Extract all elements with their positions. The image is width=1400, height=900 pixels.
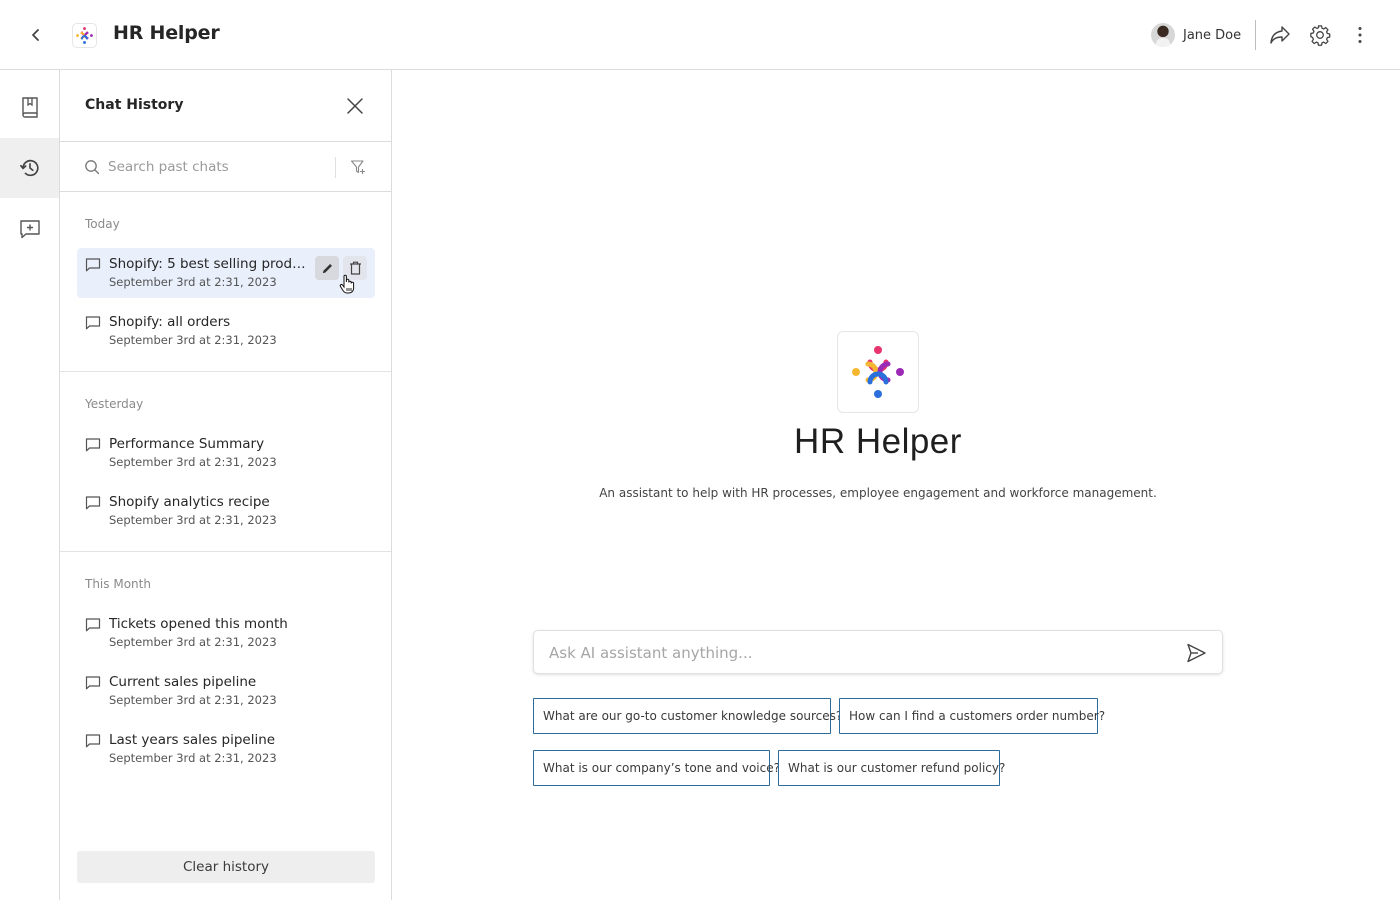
chat-bubble-icon — [85, 258, 101, 272]
history-icon — [19, 159, 39, 177]
search-past-chats-input[interactable] — [108, 155, 328, 179]
ask-box — [533, 630, 1223, 674]
group-label-yesterday: Yesterday — [85, 397, 144, 411]
suggestion-button[interactable]: What is our customer refund policy? — [778, 750, 1005, 786]
group-label-this-month: This Month — [85, 577, 151, 591]
group-divider — [60, 371, 391, 372]
chat-date: September 3rd at 2:31, 2023 — [109, 275, 277, 289]
app-logo — [72, 23, 97, 48]
send-button[interactable] — [1184, 641, 1208, 665]
suggestion-button[interactable]: What is our company’s tone and voice? — [533, 750, 780, 786]
filter-icon[interactable] — [350, 159, 366, 175]
chat-history-item[interactable]: Last years sales pipeline September 3rd … — [77, 724, 375, 774]
icon-rail — [0, 70, 60, 900]
chat-date: September 3rd at 2:31, 2023 — [109, 635, 277, 649]
chat-title: Shopify: all orders — [109, 314, 231, 330]
send-icon — [1187, 643, 1206, 663]
chat-history-item[interactable]: Current sales pipeline September 3rd at … — [77, 666, 375, 716]
chat-history-item[interactable]: Tickets opened this month September 3rd … — [77, 608, 375, 658]
chat-bubble-icon — [85, 676, 101, 690]
user-name: Jane Doe — [1183, 27, 1242, 43]
share-button[interactable] — [1268, 23, 1292, 47]
group-label-today: Today — [85, 217, 120, 231]
gear-icon — [1310, 25, 1331, 46]
rail-item-new-chat[interactable] — [0, 199, 59, 259]
chat-bubble-icon — [85, 734, 101, 748]
chat-history-item[interactable]: Performance Summary September 3rd at 2:3… — [77, 428, 375, 478]
chat-bubble-icon — [85, 618, 101, 632]
clear-history-button[interactable]: Clear history — [77, 851, 375, 883]
chat-date: September 3rd at 2:31, 2023 — [109, 333, 277, 347]
chat-bubble-icon — [85, 316, 101, 330]
close-history-button[interactable] — [343, 94, 367, 118]
chat-date: September 3rd at 2:31, 2023 — [109, 693, 277, 707]
ask-ai-input[interactable] — [549, 641, 1149, 665]
chat-date: September 3rd at 2:31, 2023 — [109, 455, 277, 469]
chat-date: September 3rd at 2:31, 2023 — [109, 751, 277, 765]
chat-title: Performance Summary — [109, 436, 265, 452]
user-menu[interactable]: Jane Doe — [1151, 23, 1241, 47]
chat-history-panel: Chat History Today Shopify: 5 best selli… — [60, 70, 392, 900]
more-options-button[interactable] — [1348, 23, 1372, 47]
delete-chat-button[interactable] — [343, 256, 367, 280]
pencil-icon — [322, 263, 332, 273]
hr-helper-logo-icon — [76, 27, 93, 44]
chat-bubble-icon — [85, 496, 101, 510]
chat-history-item[interactable]: Shopify: all orders September 3rd at 2:3… — [77, 306, 375, 356]
group-divider — [60, 551, 391, 552]
back-button[interactable] — [24, 23, 48, 47]
new-chat-icon — [19, 220, 40, 239]
avatar — [1151, 23, 1175, 47]
chat-title: Shopify analytics recipe — [109, 494, 270, 510]
chat-title: Last years sales pipeline — [109, 732, 276, 748]
rail-item-history[interactable] — [0, 138, 59, 198]
edit-chat-button[interactable] — [315, 256, 339, 280]
search-row — [60, 142, 391, 192]
header-divider — [1255, 20, 1256, 50]
search-icon — [85, 160, 100, 175]
chat-title: Shopify: 5 best selling products — [109, 256, 307, 272]
chat-history-item[interactable]: Shopify: 5 best selling products Septemb… — [77, 248, 375, 298]
close-icon — [347, 98, 363, 114]
chat-history-header: Chat History — [60, 70, 391, 142]
chat-history-title: Chat History — [85, 97, 184, 113]
chat-date: September 3rd at 2:31, 2023 — [109, 513, 277, 527]
chevron-left-icon — [32, 29, 39, 41]
assistant-description: An assistant to help with HR processes, … — [599, 486, 1157, 500]
app-title: HR Helper — [113, 22, 220, 44]
settings-button[interactable] — [1308, 23, 1332, 47]
top-bar: HR Helper Jane Doe — [0, 0, 1400, 70]
assistant-logo — [837, 331, 919, 413]
suggestion-button[interactable]: How can I find a customers order number? — [839, 698, 1105, 734]
more-vertical-icon — [1358, 27, 1362, 43]
trash-icon — [349, 261, 361, 275]
suggestion-button[interactable]: What are our go-to customer knowledge so… — [533, 698, 842, 734]
chat-title: Tickets opened this month — [109, 616, 288, 632]
chat-title: Current sales pipeline — [109, 674, 257, 690]
rail-item-knowledge[interactable] — [0, 77, 59, 137]
chat-bubble-icon — [85, 438, 101, 452]
search-divider — [335, 157, 336, 178]
main-content: HR Helper An assistant to help with HR p… — [392, 70, 1400, 900]
assistant-title: HR Helper — [794, 422, 962, 461]
share-icon — [1270, 26, 1290, 44]
chat-history-item[interactable]: Shopify analytics recipe September 3rd a… — [77, 486, 375, 536]
book-bookmark-icon — [21, 97, 38, 118]
hr-helper-logo-icon — [852, 346, 904, 398]
